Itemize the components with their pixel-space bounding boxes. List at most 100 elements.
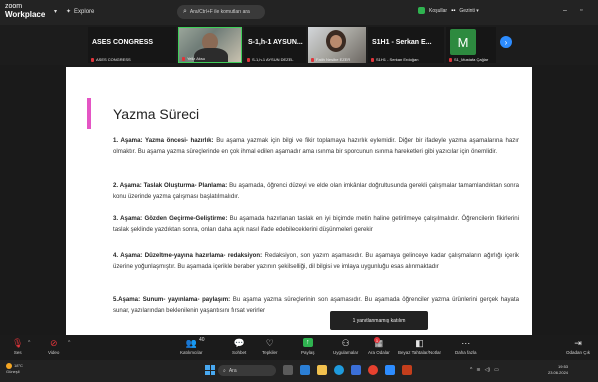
store-icon[interactable] <box>351 365 361 375</box>
tooltip: 1 yanıtlanmamış katılım <box>330 311 428 330</box>
leave-icon: ⇥ <box>574 338 582 348</box>
user-label[interactable]: Gezinti ▾ <box>459 8 478 14</box>
search-text: Ara/Ctrl+F ile komutları ara <box>189 9 250 15</box>
task-view-icon[interactable] <box>283 365 293 375</box>
next-page-button[interactable]: › <box>500 36 512 48</box>
avatar: M <box>450 29 476 55</box>
video-tile[interactable]: Yeliz Aksu <box>178 27 242 63</box>
tile-name: ASES CONGRESS <box>92 39 154 46</box>
paragraph-heading: 4. Aşama: Düzeltme-yayına hazırlama- red… <box>113 252 263 259</box>
maximize-icon[interactable]: ▫ <box>580 7 582 14</box>
weather-widget[interactable]: 18°C Güneşli <box>6 363 23 374</box>
slide-paragraph: 2. Aşama: Taslak Oluşturma- Planlama: Bu… <box>113 180 519 202</box>
system-tray: ^ ≋ ◁) ▭ <box>470 367 499 373</box>
title-bar: zoom Workplace ▾ ✦ Explore ⌕ Ara/Ctrl+F … <box>0 0 598 25</box>
mic-muted-icon <box>311 57 314 62</box>
share-label: Paylaş <box>301 350 315 355</box>
wifi-icon[interactable]: ≋ <box>476 367 480 373</box>
share-screen-icon: ↑ <box>302 338 313 347</box>
slide: Yazma Süreci 1. Aşama: Yazma öncesi- haz… <box>66 67 532 335</box>
mic-muted-icon <box>371 57 374 62</box>
slide-title: Yazma Süreci <box>113 106 200 122</box>
file-explorer-icon[interactable] <box>317 365 327 375</box>
zoom-icon[interactable] <box>385 365 395 375</box>
tile-caption: S-1,h-1 AYSUN DEZEL <box>247 57 294 62</box>
video-tile[interactable]: S1H1 - Serkan E... S1H1 - Serkan Erdoğan <box>368 27 444 63</box>
accent-bar <box>87 98 91 129</box>
rooms-badge: 1 <box>374 337 380 343</box>
whiteboards-button[interactable]: ◧ Beyaz Tahtalar/Notlar <box>398 338 441 355</box>
explore-icon: ✦ <box>66 9 72 15</box>
paragraph-heading: 5.Aşama: Sunum- yayınlama- paylaşım: <box>113 296 231 303</box>
video-button[interactable]: ⊘ Video <box>48 338 59 355</box>
rooms-label: Ara Odalar <box>368 350 390 355</box>
video-tile[interactable]: ASES CONGRESS ASES CONGRESS <box>88 27 176 63</box>
meeting-toolbar: 🎙 Ses ^ ⊘ Video ^ 👥 Katılımcılar 40 💬 So… <box>0 335 598 360</box>
shared-screen: Yazma Süreci 1. Aşama: Yazma öncesi- haz… <box>0 65 598 335</box>
volume-icon[interactable]: ◁) <box>485 367 491 373</box>
topbar-status: Koşullar ▪▪ Gezinti ▾ <box>418 7 479 14</box>
reactions-label: Tepkiler <box>262 350 278 355</box>
logo-line1: zoom <box>5 3 23 10</box>
audio-label: Ses <box>13 350 22 355</box>
tile-caption: S1H1 - Serkan Erdoğan <box>371 57 418 62</box>
chat-icon: 💬 <box>233 338 245 348</box>
paragraph-heading: 2. Aşama: Taslak Oluşturma- Planlama: <box>113 182 228 189</box>
tile-name: S1H1 - Serkan E... <box>372 39 432 46</box>
chevron-up-icon[interactable]: ^ <box>28 340 30 346</box>
chat-button[interactable]: 💬 Sohbet <box>232 338 246 355</box>
weather-text: Güneşli <box>6 369 20 374</box>
video-tile[interactable]: S-1,h-1 AYSUN... S-1,h-1 AYSUN DEZEL <box>244 27 306 63</box>
mic-muted-icon <box>449 57 452 62</box>
status-text: Koşullar <box>429 7 448 14</box>
tile-caption: S1_Mustafa Çağlar <box>449 57 488 62</box>
leave-room-button[interactable]: ⇥ Odadan Çık <box>566 338 590 355</box>
more-button[interactable]: ⋯ Daha fazla <box>455 338 477 355</box>
chat-label: Sohbet <box>232 350 247 355</box>
clock[interactable]: 19:53 23.06.2024 <box>548 364 568 376</box>
search-icon: ⌕ <box>183 8 187 15</box>
minimize-icon[interactable]: – <box>563 7 567 14</box>
zoom-logo: zoom Workplace <box>5 3 45 19</box>
weather-temp: 18°C <box>14 363 23 369</box>
shield-icon[interactable] <box>418 7 425 14</box>
paragraph-heading: 3. Aşama: Gözden Geçirme-Geliştirme: <box>113 215 228 222</box>
caption-text: S-1,h-1 AYSUN DEZEL <box>252 57 294 62</box>
search-input[interactable]: ⌕ Ara/Ctrl+F ile komutları ara <box>177 5 265 19</box>
powerpoint-icon[interactable] <box>402 365 412 375</box>
apps-button[interactable]: ⚇ Uygulamalar <box>333 338 358 355</box>
mic-muted-icon <box>91 57 94 62</box>
mic-muted-icon: 🎙 <box>12 338 24 348</box>
reactions-button[interactable]: ♡ Tepkiler <box>262 338 278 355</box>
more-icon: ⋯ <box>461 338 471 348</box>
taskbar-search[interactable]: ⌕ Ara <box>218 365 276 376</box>
chrome-icon[interactable] <box>368 365 378 375</box>
chevron-up-icon[interactable]: ^ <box>470 367 472 373</box>
video-tile[interactable]: Fatih Nesibe EZER <box>308 27 366 63</box>
mic-muted-icon <box>182 56 185 61</box>
video-strip: ASES CONGRESS ASES CONGRESS Yeliz Aksu S… <box>0 25 598 65</box>
logo-line2: Workplace <box>5 10 46 19</box>
battery-icon[interactable]: ▭ <box>494 367 499 373</box>
mic-muted-icon <box>247 57 250 62</box>
chevron-down-icon[interactable]: ▾ <box>54 8 57 15</box>
caption-text: Yeliz Aksu <box>187 56 206 61</box>
explore-button[interactable]: ✦ Explore <box>66 8 94 16</box>
windows-start-icon[interactable] <box>205 365 215 375</box>
video-off-icon: ⊘ <box>49 338 58 348</box>
search-icon: ⌕ <box>223 367 226 374</box>
caption-text: ASES CONGRESS <box>96 57 131 62</box>
participant-face <box>330 35 342 48</box>
tile-name: S-1,h-1 AYSUN... <box>248 39 303 46</box>
edge-icon[interactable] <box>334 365 344 375</box>
audio-button[interactable]: 🎙 Ses <box>12 338 23 355</box>
app-icon[interactable] <box>300 365 310 375</box>
share-button[interactable]: ↑ Paylaş <box>301 338 315 355</box>
clock-time: 19:53 <box>558 364 569 369</box>
chevron-up-icon[interactable]: ^ <box>68 340 70 346</box>
grid-icon[interactable]: ▪▪ <box>451 8 455 14</box>
taskbar: 18°C Güneşli ⌕ Ara ^ ≋ ◁) ▭ 19:53 23.06.… <box>0 360 598 382</box>
video-label: Video <box>48 350 60 355</box>
breakout-rooms-button[interactable]: ▦ 1 Ara Odalar <box>368 337 390 355</box>
participants-icon: 👥 <box>185 338 197 348</box>
